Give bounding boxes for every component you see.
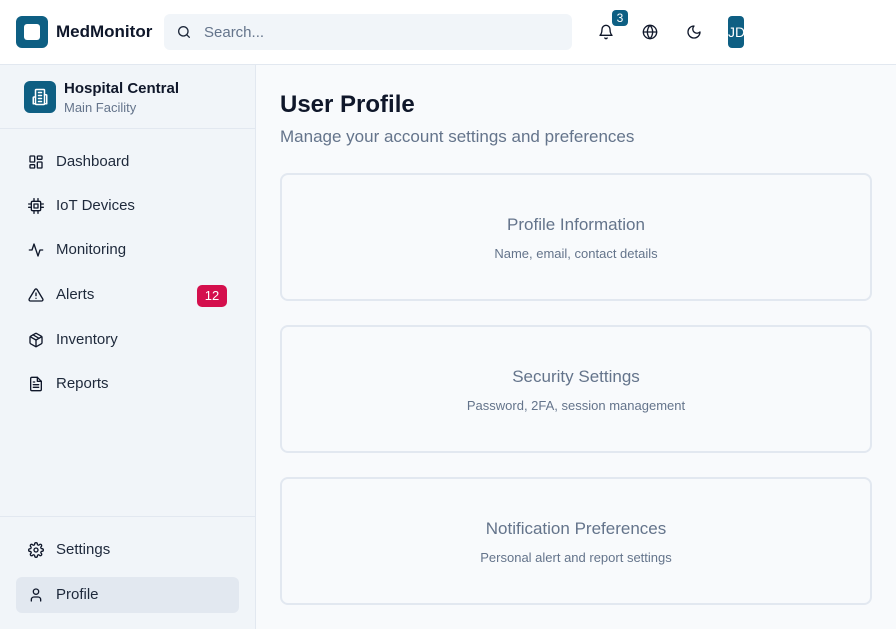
- package-icon: [29, 332, 43, 348]
- card-description: Name, email, contact details: [494, 246, 658, 261]
- globe-icon: [642, 24, 658, 40]
- sidebar-item-label: Alerts: [56, 286, 95, 303]
- sidebar-item-label: Reports: [56, 375, 109, 392]
- card-title: Profile Information: [507, 215, 645, 234]
- sidebar-item-inventory[interactable]: Inventory: [16, 322, 239, 358]
- alert-triangle-icon: [28, 288, 44, 302]
- card-description: Personal alert and report settings: [480, 550, 672, 565]
- sidebar-item-reports[interactable]: Reports: [16, 366, 239, 402]
- search-icon: [178, 26, 190, 38]
- user-avatar[interactable]: JD: [728, 16, 744, 48]
- search-input[interactable]: [204, 14, 564, 50]
- sidebar-item-iot-devices[interactable]: IoT Devices: [16, 188, 239, 224]
- page-title: User Profile: [280, 91, 415, 118]
- activity-icon: [28, 243, 44, 257]
- app-name[interactable]: MedMonitor: [56, 22, 152, 42]
- sidebar-item-monitoring[interactable]: Monitoring: [16, 232, 239, 268]
- card-title: Security Settings: [512, 367, 640, 386]
- sidebar-item-settings[interactable]: Settings: [16, 532, 239, 568]
- sidebar-item-label: Monitoring: [56, 241, 127, 258]
- card-title: Notification Preferences: [485, 519, 667, 538]
- card-description: Password, 2FA, session management: [466, 398, 686, 413]
- sidebar-item-label: Settings: [56, 541, 111, 558]
- facility-name: Hospital Central: [64, 80, 180, 97]
- security-settings-card[interactable]: Security Settings Password, 2FA, session…: [280, 325, 872, 453]
- sidebar-item-alerts[interactable]: Alerts 12: [16, 277, 239, 313]
- main-content: User Profile Manage your account setting…: [256, 65, 896, 629]
- file-text-icon: [30, 376, 42, 392]
- notification-count-badge: 3: [612, 10, 628, 26]
- theme-toggle-button[interactable]: [678, 16, 710, 48]
- search-box[interactable]: [164, 14, 572, 50]
- bell-icon: [599, 24, 613, 40]
- profile-information-card[interactable]: Profile Information Name, email, contact…: [280, 173, 872, 301]
- sidebar-item-label: Profile: [56, 586, 99, 603]
- logo-square-icon: [24, 24, 40, 40]
- facility-subtitle: Main Facility: [64, 100, 137, 115]
- sidebar-item-label: Dashboard: [56, 153, 130, 170]
- hospital-building-icon: [24, 81, 56, 113]
- dashboard-icon: [29, 155, 43, 169]
- sidebar-item-label: Inventory: [56, 331, 118, 348]
- sidebar-item-profile[interactable]: Profile: [16, 577, 239, 613]
- gear-icon: [28, 542, 44, 558]
- page-subtitle: Manage your account settings and prefere…: [280, 127, 635, 146]
- sidebar-item-label: IoT Devices: [56, 197, 135, 214]
- alerts-count-badge: 12: [197, 285, 227, 307]
- sidebar-item-dashboard[interactable]: Dashboard: [16, 144, 239, 180]
- top-bar: MedMonitor 3 JD: [0, 0, 896, 65]
- facility-header[interactable]: Hospital Central Main Facility: [0, 65, 255, 129]
- app-logo[interactable]: [16, 16, 48, 48]
- user-icon: [30, 588, 42, 602]
- sidebar: Hospital Central Main Facility Dashboard…: [0, 65, 256, 629]
- moon-icon: [687, 25, 701, 39]
- chip-icon: [28, 198, 44, 214]
- notification-preferences-card[interactable]: Notification Preferences Personal alert …: [280, 477, 872, 605]
- sidebar-divider: [0, 516, 255, 517]
- language-button[interactable]: [634, 16, 666, 48]
